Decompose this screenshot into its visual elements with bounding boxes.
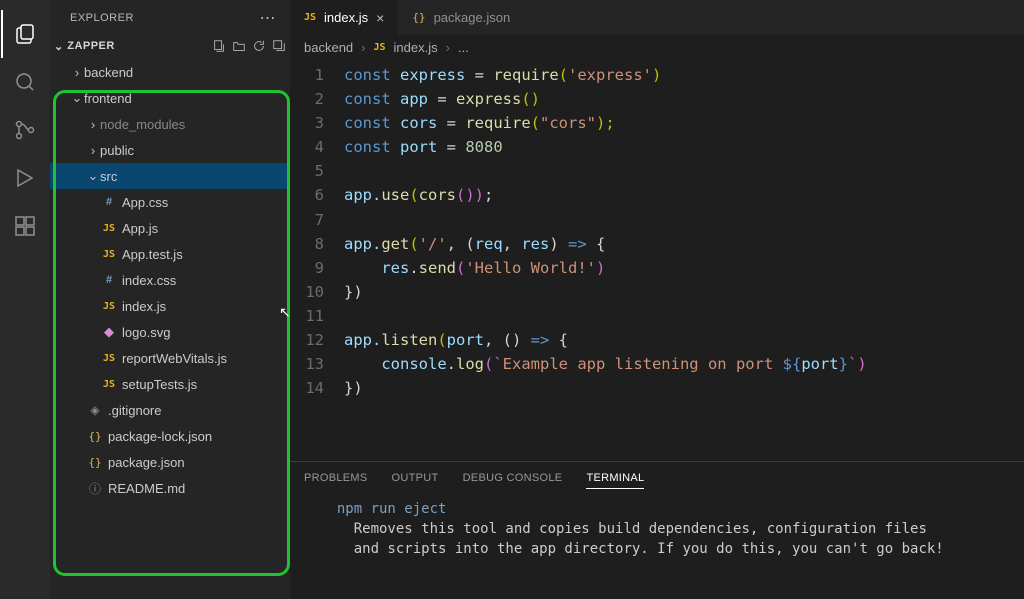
tab-package-json[interactable]: {} package.json <box>398 0 524 35</box>
js-icon: JS <box>100 223 118 234</box>
folder-frontend[interactable]: ⌄ frontend <box>50 85 290 111</box>
new-folder-icon[interactable] <box>232 39 246 53</box>
file-app-css[interactable]: #App.css <box>50 189 290 215</box>
extensions-icon[interactable] <box>1 202 49 250</box>
breadcrumb-segment[interactable]: ... <box>458 40 469 55</box>
git-icon: ◈ <box>86 403 104 417</box>
workspace-header[interactable]: ⌄ ZAPPER <box>50 35 290 57</box>
line-gutter: 1234567891011121314 <box>290 59 344 461</box>
workspace-name: ZAPPER <box>67 40 115 52</box>
file-tree: › backend ⌄ frontend › node_modules › pu… <box>50 57 290 501</box>
breadcrumb[interactable]: backend › JS index.js › ... <box>290 35 1024 59</box>
tab-terminal[interactable]: TERMINAL <box>586 472 644 489</box>
json-icon: {} <box>86 456 104 469</box>
folder-public[interactable]: › public <box>50 137 290 163</box>
json-icon: {} <box>86 430 104 443</box>
breadcrumb-segment[interactable]: index.js <box>394 40 438 55</box>
json-icon: {} <box>412 11 425 24</box>
chevron-right-icon: › <box>86 143 100 158</box>
js-icon: JS <box>100 353 118 364</box>
tab-problems[interactable]: PROBLEMS <box>304 472 368 489</box>
tab-bar: JS index.js × {} package.json <box>290 0 1024 35</box>
folder-node-modules[interactable]: › node_modules <box>50 111 290 137</box>
new-file-icon[interactable] <box>212 39 226 53</box>
tab-label: index.js <box>324 10 368 25</box>
search-icon[interactable] <box>1 58 49 106</box>
code-editor[interactable]: 1234567891011121314 const express = requ… <box>290 59 1024 461</box>
chevron-right-icon: › <box>446 40 450 55</box>
tab-index-js[interactable]: JS index.js × <box>290 0 398 35</box>
css-icon: # <box>100 274 118 286</box>
terminal-output[interactable]: npm run eject Removes this tool and copi… <box>290 495 1024 599</box>
file-pkglock[interactable]: {}package-lock.json <box>50 423 290 449</box>
refresh-icon[interactable] <box>252 39 266 53</box>
file-pkg[interactable]: {}package.json <box>50 449 290 475</box>
file-rwv[interactable]: JSreportWebVitals.js <box>50 345 290 371</box>
chevron-down-icon: ⌄ <box>70 90 84 106</box>
bottom-panel: PROBLEMS OUTPUT DEBUG CONSOLE TERMINAL n… <box>290 461 1024 599</box>
js-icon: JS <box>374 42 386 53</box>
file-index-css[interactable]: #index.css <box>50 267 290 293</box>
panel-tabs: PROBLEMS OUTPUT DEBUG CONSOLE TERMINAL <box>290 462 1024 495</box>
js-icon: JS <box>304 12 316 23</box>
close-icon[interactable]: × <box>376 10 384 26</box>
collapse-icon[interactable] <box>272 39 286 53</box>
sidebar-more-icon[interactable]: ⋯ <box>260 8 277 28</box>
editor-area: JS index.js × {} package.json backend › … <box>290 0 1024 599</box>
run-debug-icon[interactable] <box>1 154 49 202</box>
tab-label: package.json <box>434 10 511 25</box>
file-app-test[interactable]: JSApp.test.js <box>50 241 290 267</box>
file-app-js[interactable]: JSApp.js <box>50 215 290 241</box>
file-gitignore[interactable]: ◈.gitignore <box>50 397 290 423</box>
chevron-down-icon: ⌄ <box>54 40 63 53</box>
tab-debug[interactable]: DEBUG CONSOLE <box>463 472 563 489</box>
info-icon: ⓘ <box>86 480 104 497</box>
file-readme[interactable]: ⓘREADME.md <box>50 475 290 501</box>
sidebar-title: EXPLORER <box>70 12 134 24</box>
code-content[interactable]: const express = require('express')const … <box>344 59 1024 461</box>
file-logo-svg[interactable]: ◆logo.svg <box>50 319 290 345</box>
tab-output[interactable]: OUTPUT <box>392 472 439 489</box>
file-setup[interactable]: JSsetupTests.js <box>50 371 290 397</box>
svg-icon: ◆ <box>100 324 118 340</box>
folder-src[interactable]: ⌄ src <box>50 163 290 189</box>
chevron-right-icon: › <box>361 40 365 55</box>
breadcrumb-segment[interactable]: backend <box>304 40 353 55</box>
js-icon: JS <box>100 301 118 312</box>
chevron-right-icon: › <box>70 65 84 80</box>
explorer-icon[interactable] <box>1 10 49 58</box>
activity-bar <box>0 0 50 599</box>
source-control-icon[interactable] <box>1 106 49 154</box>
chevron-right-icon: › <box>86 117 100 132</box>
explorer-sidebar: EXPLORER ⋯ ⌄ ZAPPER › backend ⌄ frontend… <box>50 0 290 599</box>
chevron-down-icon: ⌄ <box>86 168 100 184</box>
file-index-js[interactable]: JSindex.js <box>50 293 290 319</box>
js-icon: JS <box>100 249 118 260</box>
folder-backend[interactable]: › backend <box>50 59 290 85</box>
js-icon: JS <box>100 379 118 390</box>
css-icon: # <box>100 196 118 208</box>
